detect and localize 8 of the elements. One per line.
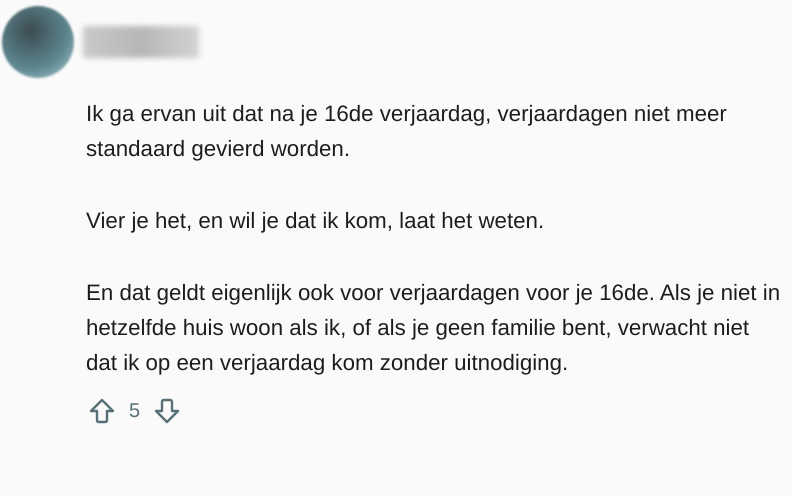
upvote-button[interactable] xyxy=(87,396,117,426)
avatar-circle xyxy=(2,6,74,78)
vote-count: 5 xyxy=(129,400,140,422)
upvote-icon xyxy=(88,397,116,425)
downvote-icon xyxy=(153,397,182,425)
comment-paragraph: Vier je het, en wil je dat ik kom, laat het weten. xyxy=(86,207,546,235)
comment-paragraph: En dat geldt eigenlijk ook voor verjaardagen voor je 16de. Als je niet in hetzelfde huis woon als ik, of als je geen familie bent, verwacht niet dat ik op een verjaardag kom zonder uitnodiging. xyxy=(86,279,782,377)
comment-paragraph: Ik ga ervan uit dat na je 16de verjaardag, verjaardagen niet meer standaard gevierd worden. xyxy=(86,100,728,163)
